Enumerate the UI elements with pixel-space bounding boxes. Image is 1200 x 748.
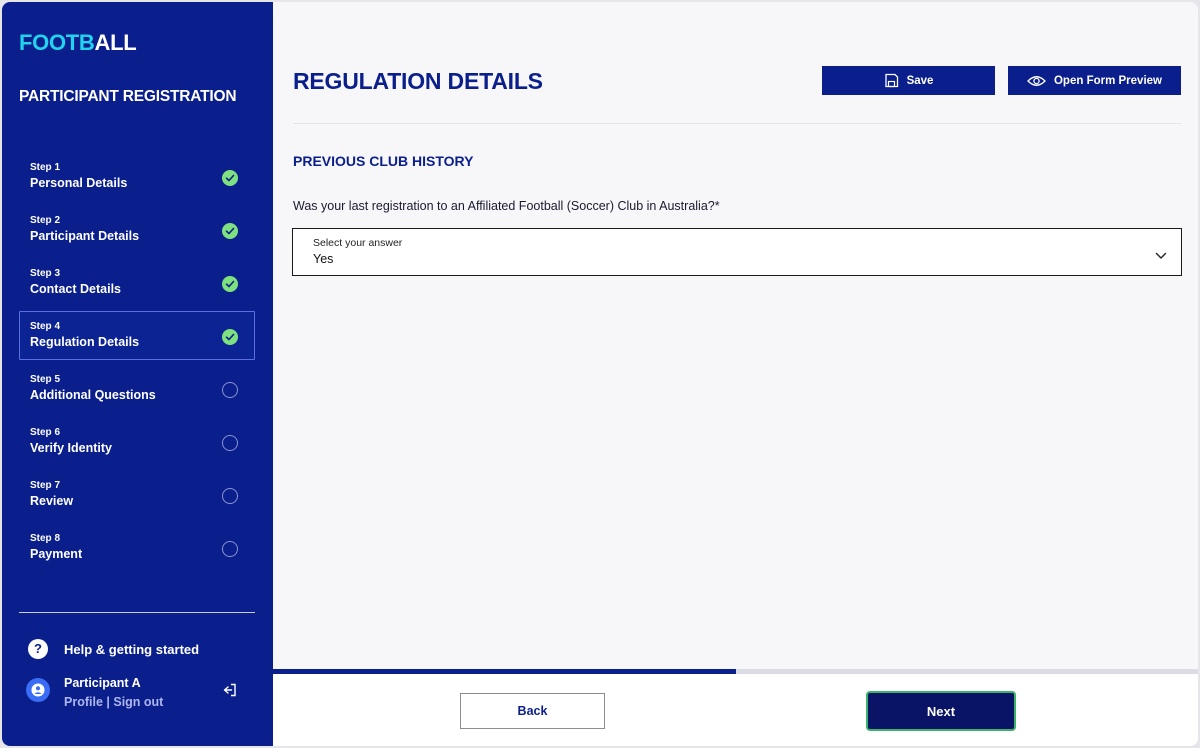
step-item-payment[interactable]: Step 8 Payment	[19, 523, 255, 572]
user-avatar-icon	[26, 678, 50, 702]
logo-text-primary: FOOTB	[19, 30, 95, 55]
step-number: Step 1	[30, 162, 61, 173]
step-item-review[interactable]: Step 7 Review	[19, 470, 255, 519]
user-links: Profile | Sign out	[64, 695, 163, 709]
check-circle-icon	[222, 329, 238, 345]
user-name: Participant A	[64, 676, 141, 690]
step-name: Review	[30, 494, 74, 508]
open-form-preview-button[interactable]: Open Form Preview	[1008, 66, 1181, 95]
help-link[interactable]: ? Help & getting started	[28, 639, 199, 659]
next-button[interactable]: Next	[866, 691, 1016, 731]
step-name: Payment	[30, 547, 83, 561]
sign-out-icon[interactable]	[222, 682, 238, 703]
eye-icon	[1027, 75, 1046, 86]
step-name: Verify Identity	[30, 441, 112, 455]
step-number: Step 6	[30, 427, 61, 438]
select-label: Select your answer	[313, 237, 403, 249]
profile-link[interactable]: Profile	[64, 695, 103, 709]
answer-select[interactable]: Select your answer Yes	[292, 228, 1182, 276]
step-item-participant-details[interactable]: Step 2 Participant Details	[19, 205, 255, 254]
step-name: Regulation Details	[30, 335, 140, 349]
logo-text-secondary: ALL	[94, 30, 137, 55]
empty-circle-icon	[222, 435, 238, 451]
link-separator: |	[102, 695, 114, 709]
main-content: REGULATION DETAILS Save Open Form Previe…	[273, 2, 1198, 746]
question-label: Was your last registration to an Affilia…	[293, 199, 720, 213]
empty-circle-icon	[222, 382, 238, 398]
step-name: Additional Questions	[30, 388, 156, 402]
step-number: Step 4	[30, 321, 61, 332]
form-footer: Back Next	[273, 674, 1198, 746]
step-number: Step 5	[30, 374, 61, 385]
step-number: Step 7	[30, 480, 61, 491]
step-name: Contact Details	[30, 282, 121, 296]
save-label: Save	[906, 74, 934, 87]
step-item-additional-questions[interactable]: Step 5 Additional Questions	[19, 364, 255, 413]
step-name: Participant Details	[30, 229, 140, 243]
app-window: FOOTBALL PARTICIPANT REGISTRATION Step 1…	[2, 2, 1198, 746]
check-circle-icon	[222, 170, 238, 186]
section-title: PREVIOUS CLUB HISTORY	[293, 153, 474, 169]
empty-circle-icon	[222, 488, 238, 504]
step-number: Step 8	[30, 533, 61, 544]
step-item-regulation-details[interactable]: Step 4 Regulation Details	[19, 311, 255, 360]
save-icon	[884, 73, 898, 88]
registration-title: PARTICIPANT REGISTRATION	[19, 88, 237, 105]
step-number: Step 2	[30, 215, 61, 226]
save-button[interactable]: Save	[822, 66, 995, 95]
step-item-verify-identity[interactable]: Step 6 Verify Identity	[19, 417, 255, 466]
sign-out-link[interactable]: Sign out	[113, 695, 163, 709]
step-name: Personal Details	[30, 176, 128, 190]
step-item-contact-details[interactable]: Step 3 Contact Details	[19, 258, 255, 307]
preview-label: Open Form Preview	[1053, 74, 1162, 87]
check-circle-icon	[222, 276, 238, 292]
back-button[interactable]: Back	[460, 693, 605, 729]
step-list: Step 1 Personal Details Step 2 Participa…	[19, 152, 255, 576]
user-panel: Participant A Profile | Sign out	[26, 676, 248, 716]
football-logo: FOOTBALL	[19, 30, 137, 56]
page-title: REGULATION DETAILS	[293, 68, 543, 94]
help-label: Help & getting started	[64, 641, 200, 657]
empty-circle-icon	[222, 541, 238, 557]
check-circle-icon	[222, 223, 238, 239]
question-circle-icon: ?	[28, 639, 48, 659]
header-divider	[293, 123, 1181, 124]
step-item-personal-details[interactable]: Step 1 Personal Details	[19, 152, 255, 201]
select-value: Yes	[313, 252, 334, 266]
step-number: Step 3	[30, 268, 61, 279]
sidebar-divider	[19, 612, 255, 613]
sidebar: FOOTBALL PARTICIPANT REGISTRATION Step 1…	[2, 2, 273, 746]
chevron-down-icon	[1155, 247, 1167, 265]
